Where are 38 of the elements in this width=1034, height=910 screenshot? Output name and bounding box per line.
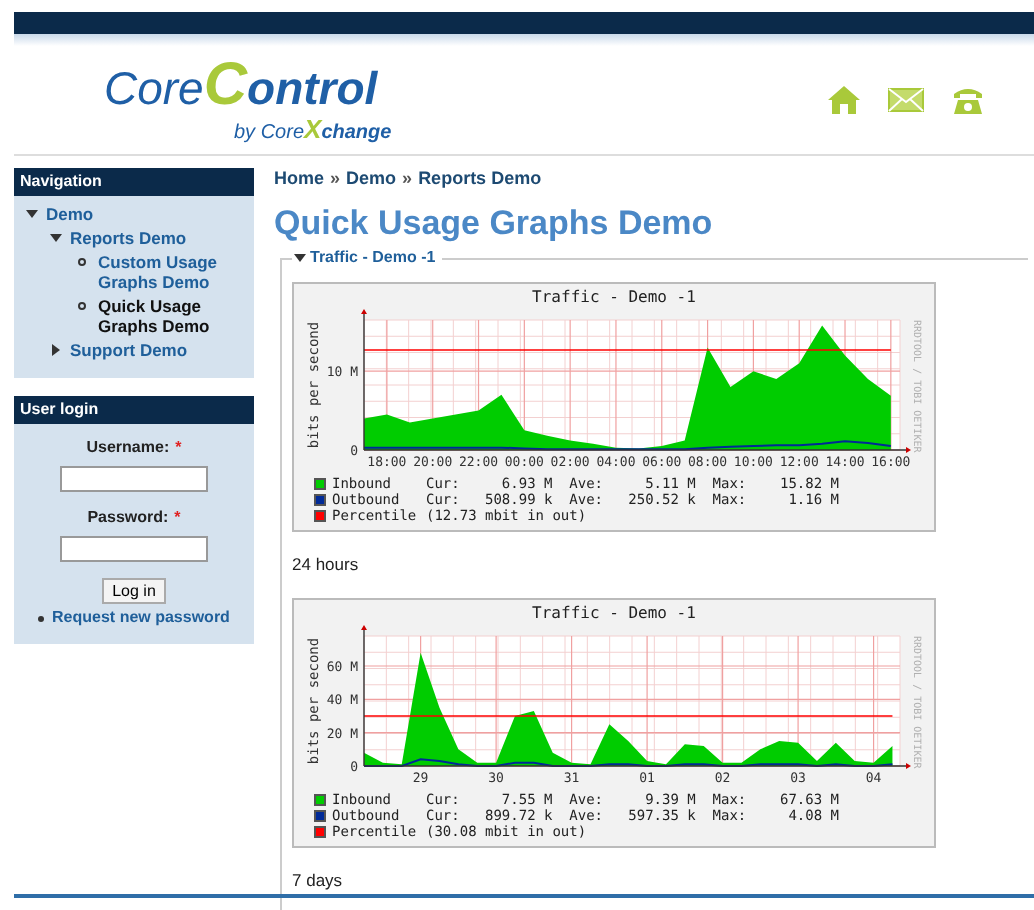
envelope-icon[interactable]: [888, 88, 924, 112]
username-field[interactable]: [60, 466, 208, 492]
home-icon[interactable]: [828, 86, 860, 114]
field-label: Password:: [87, 506, 169, 530]
graph-caption: 7 days: [292, 867, 345, 893]
field-label: Username:: [86, 436, 170, 460]
collapsed-arrow-icon[interactable]: [50, 344, 62, 356]
password-field[interactable]: [60, 536, 208, 562]
panel-header: User login: [14, 396, 254, 424]
breadcrumb-separator: »: [402, 166, 413, 192]
bullet-icon: [78, 302, 86, 310]
breadcrumb-separator: »: [330, 166, 341, 192]
chart-title: Traffic - Demo -1: [530, 287, 698, 308]
page-title: Quick Usage Graphs Demo: [274, 201, 715, 244]
section-legend[interactable]: Traffic - Demo -1: [310, 245, 436, 270]
breadcrumb-link[interactable]: Home: [274, 166, 325, 193]
breadcrumb-link[interactable]: Demo: [346, 166, 397, 193]
graph-caption: 24 hours: [292, 551, 361, 577]
expanded-arrow-icon[interactable]: [50, 232, 62, 244]
bullet-icon: [38, 615, 45, 621]
logo-tagline: by CoreXchange: [234, 116, 392, 144]
chart-title: Traffic - Demo -1: [530, 603, 698, 623]
password-link[interactable]: Request new password: [52, 606, 230, 630]
expanded-arrow-icon[interactable]: [26, 208, 38, 220]
login-button[interactable]: Log in: [102, 578, 166, 604]
bullet-icon: [78, 258, 86, 266]
required-mark: *: [175, 436, 182, 460]
expanded-arrow-icon[interactable]: [294, 251, 306, 264]
phone-icon[interactable]: [952, 86, 984, 114]
nav-link[interactable]: Custom Usage Graphs Demo: [98, 252, 222, 292]
nav-link[interactable]: Quick Usage Graphs Demo: [98, 296, 222, 336]
nav-link[interactable]: Demo: [46, 204, 94, 224]
panel-header: Navigation: [14, 168, 254, 196]
breadcrumb-link[interactable]: Reports Demo: [418, 166, 542, 193]
nav-link[interactable]: Support Demo: [70, 340, 188, 360]
nav-link[interactable]: Reports Demo: [70, 228, 187, 248]
logo-title: CoreControl: [104, 56, 380, 116]
required-mark: *: [174, 506, 181, 530]
